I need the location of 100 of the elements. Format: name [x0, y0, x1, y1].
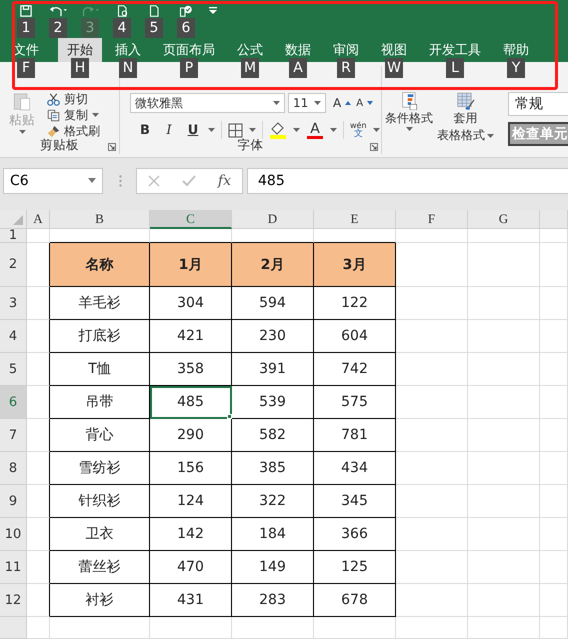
table-cell[interactable]: 322 [232, 485, 314, 518]
table-cell[interactable]: 吊带 [50, 386, 150, 419]
sheet-cell[interactable] [27, 584, 50, 617]
caret-icon[interactable] [372, 128, 380, 132]
row-header[interactable]: 10 [0, 518, 27, 551]
table-cell[interactable]: 230 [232, 320, 314, 353]
table-cell[interactable]: 打底衫 [50, 320, 150, 353]
row-header[interactable]: 9 [0, 485, 27, 518]
table-cell[interactable]: 衬衫 [50, 584, 150, 617]
customize-dropdown-icon[interactable] [208, 7, 218, 15]
caret-icon[interactable] [406, 127, 412, 131]
toolbar-button[interactable] [179, 5, 193, 17]
caret-icon[interactable] [208, 128, 215, 132]
table-cell[interactable]: 羊毛衫 [50, 287, 150, 320]
column-header[interactable] [540, 210, 568, 229]
table-cell[interactable]: 345 [314, 485, 396, 518]
table-cell[interactable]: 366 [314, 518, 396, 551]
name-box[interactable]: C6 [3, 168, 103, 194]
table-cell[interactable]: 594 [232, 287, 314, 320]
caret-icon[interactable] [88, 178, 96, 183]
sheet-cell[interactable] [27, 386, 50, 419]
ribbon-tab[interactable]: 开始 [58, 38, 102, 62]
column-header[interactable]: D [232, 210, 314, 229]
row-header[interactable]: 5 [0, 353, 27, 386]
sheet-cell[interactable] [27, 419, 50, 452]
caret-icon[interactable] [249, 128, 256, 132]
table-cell[interactable]: 358 [150, 353, 232, 386]
caret-icon[interactable] [273, 101, 280, 105]
table-cell[interactable]: 针织衫 [50, 485, 150, 518]
cut-button[interactable]: 剪切 [47, 91, 100, 107]
row-header[interactable]: 4 [0, 320, 27, 353]
dialog-launcher-icon[interactable] [370, 143, 378, 151]
table-cell[interactable]: 雪纺衫 [50, 452, 150, 485]
shrink-font-button[interactable]: A [354, 98, 374, 108]
table-cell[interactable]: 431 [150, 584, 232, 617]
table-cell[interactable]: 539 [232, 386, 314, 419]
row-header[interactable]: 3 [0, 287, 27, 320]
row-header[interactable]: 8 [0, 452, 27, 485]
number-format-field[interactable]: 常规 [508, 92, 568, 116]
table-cell[interactable]: 385 [232, 452, 314, 485]
table-cell[interactable]: 582 [232, 419, 314, 452]
table-cell[interactable]: 124 [150, 485, 232, 518]
table-cell[interactable]: 391 [232, 353, 314, 386]
dialog-launcher-icon[interactable] [108, 143, 116, 151]
table-cell[interactable]: 卫衣 [50, 518, 150, 551]
format-painter-button[interactable]: 格式刷 [47, 123, 100, 139]
table-cell[interactable]: 156 [150, 452, 232, 485]
font-color-button[interactable]: A [306, 122, 324, 138]
sheet-cell[interactable] [27, 551, 50, 584]
font-name-field[interactable]: 微软雅黑 [130, 93, 285, 113]
row-header[interactable]: 11 [0, 551, 27, 584]
table-cell[interactable]: 781 [314, 419, 396, 452]
column-header[interactable]: E [314, 210, 396, 229]
table-cell[interactable]: 背心 [50, 419, 150, 452]
fill-handle[interactable] [227, 414, 232, 419]
bold-button[interactable]: B [136, 122, 154, 138]
table-cell[interactable]: 304 [150, 287, 232, 320]
caret-icon[interactable] [487, 134, 494, 138]
toolbar-button[interactable] [20, 5, 32, 17]
grow-font-button[interactable]: A [329, 96, 352, 110]
borders-icon[interactable] [228, 122, 243, 138]
sheet-cell[interactable] [27, 287, 50, 320]
column-header[interactable]: C [150, 210, 232, 229]
column-header[interactable]: B [50, 210, 150, 229]
table-cell[interactable]: 742 [314, 353, 396, 386]
table-cell[interactable]: 283 [232, 584, 314, 617]
table-cell[interactable]: 125 [314, 551, 396, 584]
column-header[interactable]: A [27, 210, 50, 229]
caret-icon[interactable] [293, 128, 300, 132]
table-cell[interactable]: T恤 [50, 353, 150, 386]
sheet-cell[interactable] [27, 452, 50, 485]
table-cell[interactable]: 蕾丝衫 [50, 551, 150, 584]
underline-button[interactable]: U [184, 122, 202, 138]
table-cell[interactable]: 142 [150, 518, 232, 551]
table-cell[interactable]: 149 [232, 551, 314, 584]
toolbar-button[interactable] [148, 5, 160, 17]
table-cell[interactable]: 290 [150, 419, 232, 452]
table-cell[interactable]: 421 [150, 320, 232, 353]
font-size-field[interactable]: 11 [288, 93, 326, 113]
italic-button[interactable]: I [160, 122, 178, 138]
table-cell[interactable]: 470 [150, 551, 232, 584]
grip-icon[interactable] [119, 174, 122, 186]
row-header[interactable]: 1 [0, 229, 27, 243]
sheet-cell[interactable] [27, 518, 50, 551]
table-cell[interactable]: 604 [314, 320, 396, 353]
select-all-icon[interactable] [13, 215, 23, 225]
row-header[interactable]: 12 [0, 584, 27, 617]
row-header[interactable]: 7 [0, 419, 27, 452]
caret-icon[interactable] [314, 101, 321, 105]
checkmark-icon[interactable] [182, 174, 196, 186]
cancel-icon[interactable] [148, 174, 160, 186]
table-cell[interactable]: 485 [150, 386, 232, 419]
table-cell[interactable]: 678 [314, 584, 396, 617]
format-as-table-button[interactable]: 套用 表格格式 [437, 92, 494, 144]
table-cell[interactable]: 122 [314, 287, 396, 320]
table-cell[interactable]: 434 [314, 452, 396, 485]
toolbar-button[interactable] [48, 5, 68, 17]
conditional-format-button[interactable]: 条件格式 [385, 92, 433, 131]
toolbar-button[interactable] [116, 5, 128, 17]
row-header[interactable]: 2 [0, 243, 27, 287]
